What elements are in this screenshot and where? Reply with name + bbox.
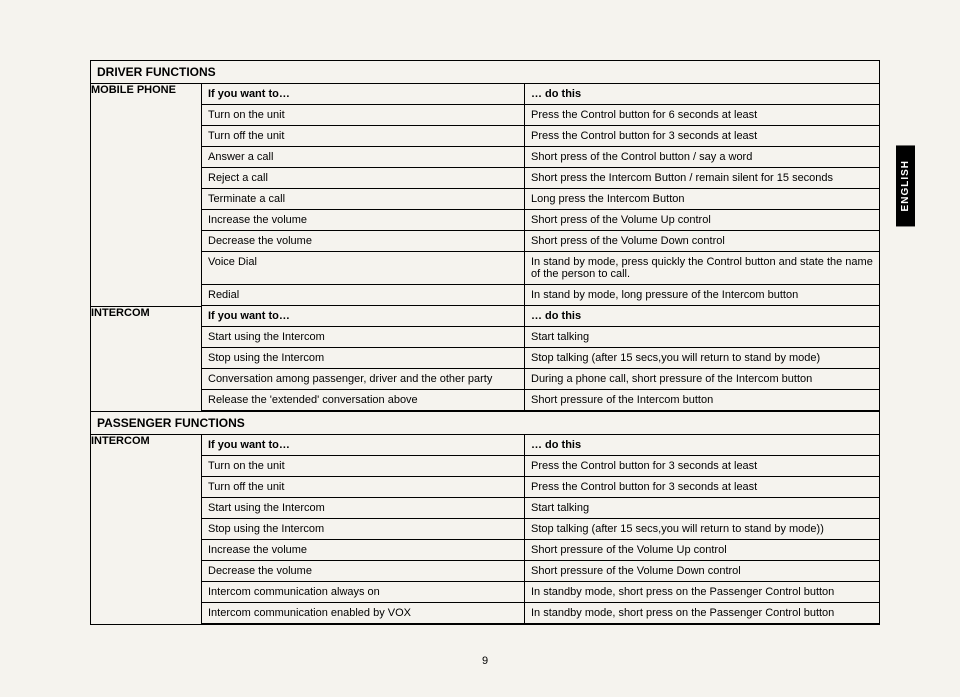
cell-instruction: Stop talking (after 15 secs,you will ret… (525, 348, 880, 369)
language-tab: ENGLISH (896, 145, 915, 226)
table-row: Increase the volumeShort pressure of the… (202, 540, 879, 561)
cell-instruction: Start talking (525, 498, 880, 519)
driver-intercom-table: If you want to… … do this Start using th… (202, 306, 879, 411)
cell-instruction: Short press of the Control button / say … (525, 147, 880, 168)
cell-action: Decrease the volume (202, 231, 525, 252)
table-row: Decrease the volumeShort pressure of the… (202, 561, 879, 582)
cell-action: Turn on the unit (202, 456, 525, 477)
table-row: Start using the IntercomStart talking (202, 498, 879, 519)
passenger-intercom-table: If you want to… … do this Turn on the un… (202, 435, 879, 624)
table-row: Decrease the volumeShort press of the Vo… (202, 231, 879, 252)
category-mobile-phone: MOBILE PHONE (91, 84, 202, 307)
table-row: Reject a callShort press the Intercom Bu… (202, 168, 879, 189)
passenger-functions-title: PASSENGER FUNCTIONS (91, 412, 880, 435)
cell-action: Conversation among passenger, driver and… (202, 369, 525, 390)
category-intercom-driver: INTERCOM (91, 306, 202, 412)
cell-instruction: In stand by mode, press quickly the Cont… (525, 252, 880, 285)
cell-action: Release the 'extended' conversation abov… (202, 390, 525, 411)
cell-action: Stop using the Intercom (202, 519, 525, 540)
cell-action: Turn off the unit (202, 126, 525, 147)
table-row: Turn off the unitPress the Control butto… (202, 477, 879, 498)
cell-instruction: Press the Control button for 3 seconds a… (525, 456, 880, 477)
cell-action: Terminate a call (202, 189, 525, 210)
table-header: If you want to… … do this (202, 84, 879, 105)
header-if-you-want: If you want to… (202, 306, 525, 327)
table-row: Answer a callShort press of the Control … (202, 147, 879, 168)
cell-instruction: Long press the Intercom Button (525, 189, 880, 210)
table-row: Intercom communication always onIn stand… (202, 582, 879, 603)
cell-action: Turn on the unit (202, 105, 525, 126)
header-do-this: … do this (525, 84, 880, 105)
header-if-you-want: If you want to… (202, 435, 525, 456)
functions-table: DRIVER FUNCTIONS MOBILE PHONE If you wan… (90, 60, 880, 625)
cell-instruction: In stand by mode, long pressure of the I… (525, 285, 880, 306)
cell-action: Answer a call (202, 147, 525, 168)
table-row: Release the 'extended' conversation abov… (202, 390, 879, 411)
cell-action: Voice Dial (202, 252, 525, 285)
cell-action: Stop using the Intercom (202, 348, 525, 369)
table-row: RedialIn stand by mode, long pressure of… (202, 285, 879, 306)
table-row: Start using the IntercomStart talking (202, 327, 879, 348)
cell-instruction: Start talking (525, 327, 880, 348)
page-number: 9 (90, 655, 880, 667)
cell-instruction: During a phone call, short pressure of t… (525, 369, 880, 390)
cell-action: Turn off the unit (202, 477, 525, 498)
cell-instruction: Press the Control button for 6 seconds a… (525, 105, 880, 126)
cell-instruction: Short pressure of the Volume Up control (525, 540, 880, 561)
driver-functions-title: DRIVER FUNCTIONS (91, 61, 880, 84)
table-row: Intercom communication enabled by VOXIn … (202, 603, 879, 624)
cell-action: Intercom communication enabled by VOX (202, 603, 525, 624)
header-do-this: … do this (525, 435, 880, 456)
cell-action: Increase the volume (202, 540, 525, 561)
table-header: If you want to… … do this (202, 306, 879, 327)
category-intercom-passenger: INTERCOM (91, 435, 202, 625)
cell-instruction: Short pressure of the Intercom button (525, 390, 880, 411)
table-row: Conversation among passenger, driver and… (202, 369, 879, 390)
table-row: Turn on the unitPress the Control button… (202, 456, 879, 477)
table-row: Voice DialIn stand by mode, press quickl… (202, 252, 879, 285)
mobile-phone-table: If you want to… … do this Turn on the un… (202, 84, 879, 306)
cell-action: Intercom communication always on (202, 582, 525, 603)
cell-instruction: Press the Control button for 3 seconds a… (525, 126, 880, 147)
cell-action: Decrease the volume (202, 561, 525, 582)
table-row: Turn on the unitPress the Control button… (202, 105, 879, 126)
cell-instruction: Short press of the Volume Down control (525, 231, 880, 252)
page-content: DRIVER FUNCTIONS MOBILE PHONE If you wan… (0, 0, 960, 697)
table-header: If you want to… … do this (202, 435, 879, 456)
cell-instruction: Press the Control button for 3 seconds a… (525, 477, 880, 498)
cell-instruction: Short press the Intercom Button / remain… (525, 168, 880, 189)
header-if-you-want: If you want to… (202, 84, 525, 105)
cell-action: Reject a call (202, 168, 525, 189)
table-row: Stop using the IntercomStop talking (aft… (202, 519, 879, 540)
table-row: Terminate a callLong press the Intercom … (202, 189, 879, 210)
cell-action: Start using the Intercom (202, 498, 525, 519)
header-do-this: … do this (525, 306, 880, 327)
cell-instruction: Stop talking (after 15 secs,you will ret… (525, 519, 880, 540)
cell-action: Increase the volume (202, 210, 525, 231)
table-row: Stop using the IntercomStop talking (aft… (202, 348, 879, 369)
cell-action: Start using the Intercom (202, 327, 525, 348)
table-row: Turn off the unitPress the Control butto… (202, 126, 879, 147)
cell-instruction: In standby mode, short press on the Pass… (525, 603, 880, 624)
cell-instruction: Short press of the Volume Up control (525, 210, 880, 231)
cell-instruction: In standby mode, short press on the Pass… (525, 582, 880, 603)
cell-instruction: Short pressure of the Volume Down contro… (525, 561, 880, 582)
table-row: Increase the volumeShort press of the Vo… (202, 210, 879, 231)
cell-action: Redial (202, 285, 525, 306)
